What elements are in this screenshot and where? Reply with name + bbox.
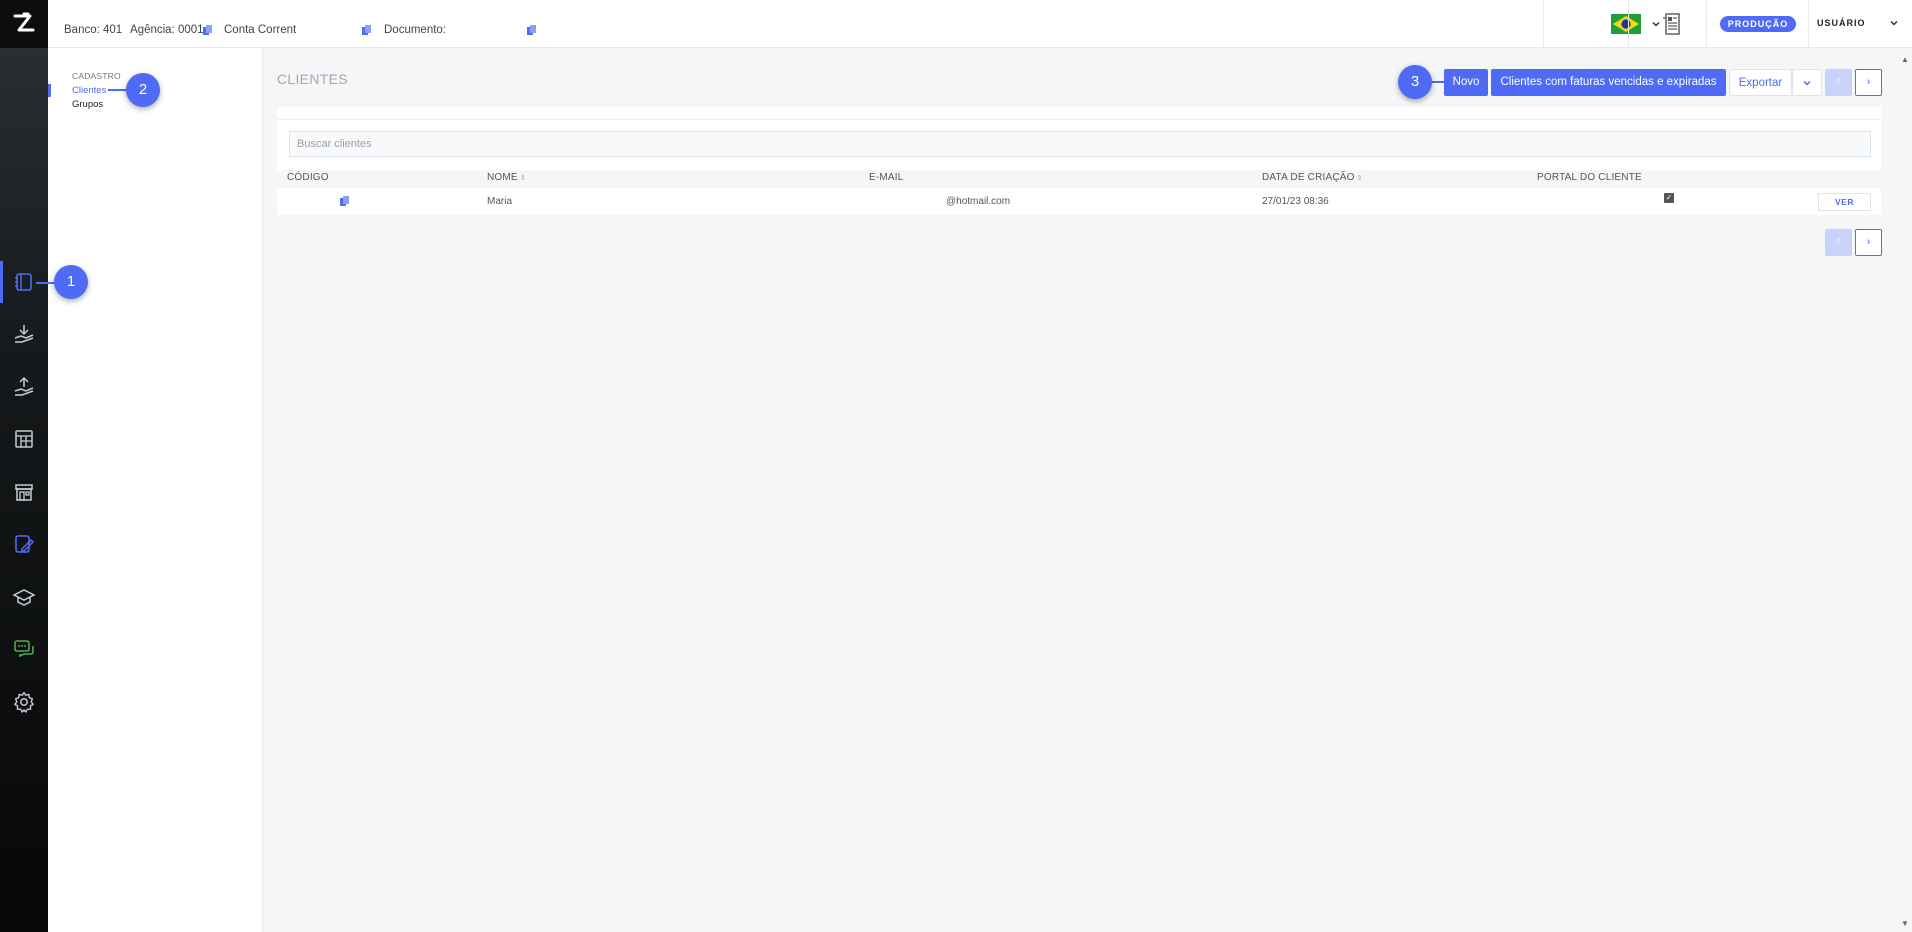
section-title: CADASTRO — [72, 71, 121, 81]
table-row — [277, 190, 1881, 215]
brazil-flag-icon — [1611, 14, 1641, 34]
rail-item-settings[interactable] — [0, 681, 48, 723]
secondary-sidebar: CADASTRO Clientes Grupos — [48, 48, 263, 932]
bank-number: Banco: 401 — [64, 24, 123, 36]
receipt-icon[interactable] — [1660, 12, 1684, 36]
document-label: Documento: — [384, 24, 447, 36]
marker-connector — [36, 282, 56, 284]
export-button[interactable]: Exportar — [1729, 69, 1792, 96]
scrollbar[interactable]: ▲ ▼ — [1898, 48, 1912, 932]
customers-icon — [15, 273, 32, 291]
column-header-label: NOME — [487, 172, 518, 183]
next-page-button-bottom[interactable]: › — [1855, 229, 1882, 256]
active-indicator — [48, 84, 51, 97]
export-dropdown-button[interactable] — [1792, 69, 1822, 96]
edit-document-icon — [15, 535, 35, 553]
rail-item-receive[interactable] — [0, 313, 48, 355]
separator — [1628, 0, 1629, 48]
overdue-clients-button[interactable]: Clientes com faturas vencidas e expirada… — [1491, 69, 1726, 96]
rail-item-edit-document[interactable] — [0, 523, 48, 565]
app-logo-icon[interactable] — [10, 10, 38, 38]
subnav-item-clientes[interactable]: Clientes — [72, 85, 106, 96]
view-client-button[interactable]: VER — [1818, 193, 1871, 211]
rail-item-education[interactable] — [0, 576, 48, 618]
rail-item-store[interactable] — [0, 471, 48, 513]
scroll-down-icon[interactable]: ▼ — [1901, 919, 1909, 928]
column-header-portal: PORTAL DO CLIENTE — [1537, 172, 1642, 183]
environment-badge: PRODUÇÃO — [1720, 16, 1796, 32]
next-page-button[interactable]: › — [1855, 69, 1882, 96]
receive-hand-icon — [14, 325, 34, 343]
chat-icon — [14, 640, 34, 658]
cell-email: @hotmail.com — [946, 196, 1011, 207]
store-icon — [15, 484, 33, 501]
column-header-data[interactable]: DATA DE CRIAÇÃO ⇕ — [1262, 172, 1363, 183]
main-navigation-rail — [0, 0, 48, 932]
cell-data: 27/01/23 08:36 — [1262, 196, 1329, 207]
sort-icon: ⇕ — [1356, 175, 1363, 182]
new-client-button[interactable]: Novo — [1444, 69, 1488, 96]
copy-icon[interactable] — [362, 25, 372, 36]
pay-hand-icon — [14, 376, 34, 396]
settings-icon — [14, 691, 34, 713]
agency-number: Agência: 0001 — [130, 24, 204, 36]
rail-item-spreadsheet[interactable] — [0, 418, 48, 460]
sort-icon: ⇕ — [519, 175, 526, 182]
column-header-email: E-MAIL — [869, 172, 904, 183]
language-selector[interactable] — [1544, 0, 1660, 48]
step-marker-2: 2 — [126, 73, 160, 107]
prev-page-button-bottom[interactable]: ‹ — [1825, 229, 1852, 256]
card-header — [277, 107, 1881, 120]
chevron-down-icon — [1803, 80, 1811, 86]
column-header-nome[interactable]: NOME ⇕ — [487, 172, 526, 183]
step-marker-1: 1 — [54, 265, 88, 299]
column-header-codigo: CÓDIGO — [287, 172, 329, 183]
logo-area — [0, 0, 48, 48]
search-input[interactable]: Buscar clientes — [289, 131, 1871, 157]
subnav-item-grupos[interactable]: Grupos — [72, 99, 103, 110]
rail-item-pay[interactable] — [0, 366, 48, 408]
top-bar: Banco: 401 Agência: 0001 Conta Corrent D… — [48, 0, 1912, 48]
page-title: CLIENTES — [277, 71, 348, 87]
cell-nome: Maria — [487, 196, 513, 207]
user-label: USUÁRIO — [1817, 18, 1866, 28]
portal-checkbox[interactable]: ✓ — [1664, 193, 1674, 203]
copy-icon[interactable] — [340, 196, 350, 207]
user-menu[interactable]: USUÁRIO — [1809, 0, 1912, 48]
copy-icon[interactable] — [203, 25, 213, 36]
step-marker-3: 3 — [1398, 65, 1432, 99]
separator — [1706, 0, 1707, 48]
column-header-label: DATA DE CRIAÇÃO — [1262, 172, 1355, 183]
education-icon — [12, 589, 36, 606]
account-label: Conta Corrent — [224, 24, 297, 36]
chevron-down-icon — [1890, 20, 1898, 26]
scroll-up-icon[interactable]: ▲ — [1901, 55, 1909, 64]
prev-page-button[interactable]: ‹ — [1825, 69, 1852, 96]
rail-item-chat[interactable] — [0, 628, 48, 670]
copy-icon[interactable] — [527, 25, 537, 36]
spreadsheet-icon — [15, 430, 33, 448]
